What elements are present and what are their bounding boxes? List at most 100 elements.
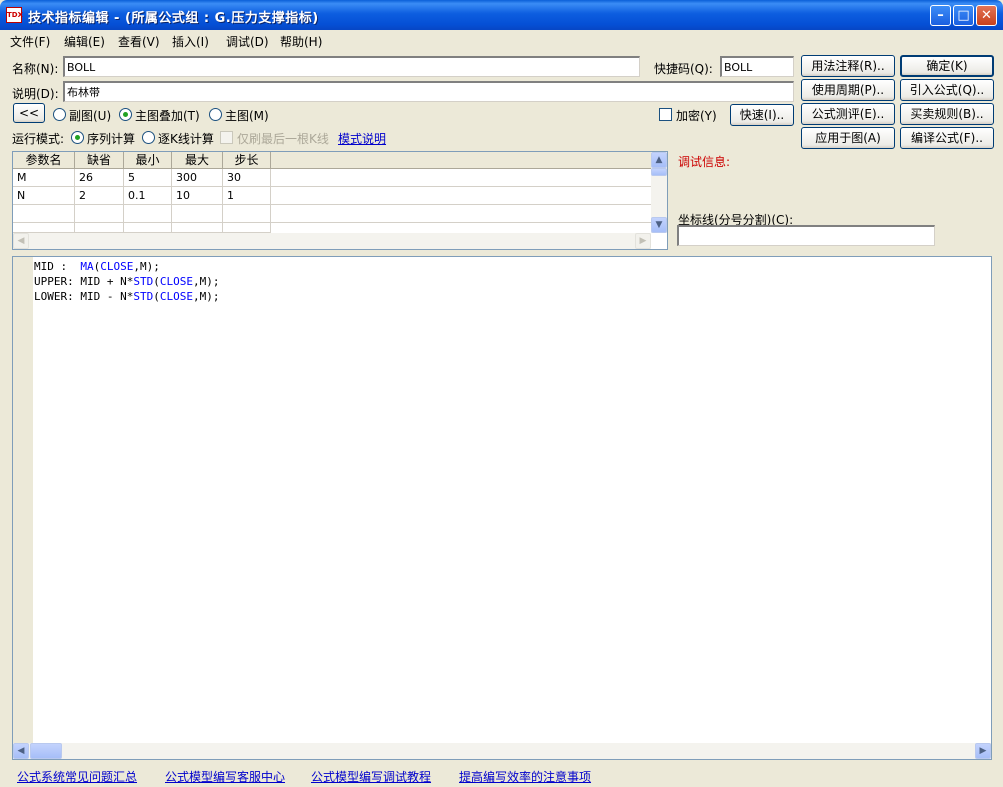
footer-link-support[interactable]: 公式模型编写客服中心 (165, 768, 285, 785)
code-text: ( (153, 275, 160, 288)
param-header-step[interactable]: 步长 (223, 152, 271, 169)
last-bar-only-checkbox[interactable] (220, 131, 233, 144)
param-cell-empty[interactable] (172, 223, 223, 233)
scroll-left-icon: ◀ (13, 233, 29, 249)
param-cell-empty[interactable] (223, 223, 271, 233)
param-header-min[interactable]: 最小 (124, 152, 172, 169)
scroll-up-icon[interactable]: ▲ (651, 152, 667, 168)
param-cell[interactable]: 10 (172, 187, 223, 205)
app-icon: TDX (6, 7, 23, 23)
scroll-down-icon[interactable]: ▼ (651, 217, 667, 233)
run-mode-label: 运行模式: (12, 132, 65, 146)
compile-formula-button[interactable]: 编译公式(F).. (900, 127, 994, 149)
menu-bar: 文件(F) 编辑(E) 查看(V) 插入(I) 调试(D) 帮助(H) (0, 30, 1003, 50)
quick-button[interactable]: 快速(I).. (730, 104, 794, 126)
param-cell-empty[interactable] (13, 223, 75, 233)
scroll-thumb[interactable] (651, 168, 667, 176)
param-header-name[interactable]: 参数名 (13, 152, 75, 169)
menu-debug[interactable]: 调试(D) (226, 33, 269, 50)
footer-link-tips[interactable]: 提高编写效率的注意事项 (459, 768, 591, 785)
param-cell[interactable]: N (13, 187, 75, 205)
scroll-left-icon[interactable]: ◀ (13, 743, 29, 759)
radio-sub-chart[interactable] (53, 108, 66, 121)
code-keyword: MA (80, 260, 94, 273)
param-cell[interactable]: 2 (75, 187, 124, 205)
usage-note-button[interactable]: 用法注释(R).. (801, 55, 895, 77)
debug-info-label: 调试信息: (678, 155, 731, 169)
minimize-icon[interactable]: – (930, 5, 951, 26)
scroll-right-icon: ▶ (635, 233, 651, 249)
param-cell-empty[interactable] (223, 205, 271, 223)
hotkey-field[interactable]: BOLL (720, 56, 794, 77)
collapse-button[interactable]: << (13, 103, 45, 123)
name-label: 名称(N): (12, 62, 59, 76)
editor-hscrollbar[interactable]: ◀ ▶ (13, 743, 991, 759)
param-cell[interactable]: 1 (223, 187, 271, 205)
param-cell-empty[interactable] (75, 223, 124, 233)
param-cell-empty (271, 205, 651, 223)
name-field[interactable]: BOLL (63, 56, 640, 77)
param-cell[interactable]: 0.1 (124, 187, 172, 205)
param-cell-empty[interactable] (75, 205, 124, 223)
title-bar[interactable]: TDX 技术指标编辑 - (所属公式组 : G.压力支撑指标) – □ ✕ (0, 0, 1003, 30)
param-cell-empty[interactable] (172, 205, 223, 223)
menu-insert[interactable]: 插入(I) (172, 33, 209, 50)
param-cell[interactable]: 30 (223, 169, 271, 187)
menu-view[interactable]: 查看(V) (118, 33, 160, 50)
code-text: ,M); (192, 290, 220, 303)
param-cell[interactable]: 300 (172, 169, 223, 187)
radio-mode-sequence[interactable] (71, 131, 84, 144)
radio-main-chart-label: 主图(M) (225, 109, 269, 123)
footer-link-tutorial[interactable]: 公式模型编写调试教程 (311, 768, 431, 785)
code-text: ,M); (133, 260, 160, 273)
param-table[interactable]: 参数名 缺省 最小 最大 步长 M 26 5 300 30 N 2 0.1 10… (12, 151, 668, 250)
editor-gutter (13, 257, 33, 743)
radio-main-overlay-label: 主图叠加(T) (135, 109, 200, 123)
radio-mode-sequence-label: 序列计算 (87, 132, 136, 146)
param-cell-empty (271, 187, 651, 205)
param-header-max[interactable]: 最大 (172, 152, 223, 169)
menu-edit[interactable]: 编辑(E) (64, 33, 105, 50)
encrypt-checkbox[interactable] (659, 108, 672, 121)
window-title: 技术指标编辑 - (所属公式组 : G.压力支撑指标) (28, 11, 319, 26)
radio-sub-chart-label: 副图(U) (69, 109, 112, 123)
param-cell-empty (271, 169, 651, 187)
desc-field[interactable]: 布林带 (63, 81, 794, 102)
code-editor[interactable]: MID : MA(CLOSE,M); UPPER: MID + N*STD(CL… (12, 256, 992, 760)
radio-mode-per-bar[interactable] (142, 131, 155, 144)
code-keyword: CLOSE (159, 290, 193, 303)
scroll-thumb[interactable] (30, 743, 62, 759)
code-line: LOWER: MID - N*STD(CLOSE,M); (34, 289, 219, 304)
param-cell[interactable]: 5 (124, 169, 172, 187)
code-line: UPPER: MID + N*STD(CLOSE,M); (34, 274, 219, 289)
close-icon[interactable]: ✕ (976, 5, 997, 26)
param-cell[interactable]: M (13, 169, 75, 187)
radio-main-overlay[interactable] (119, 108, 132, 121)
param-vscrollbar[interactable]: ▲ ▼ (651, 152, 667, 233)
maximize-icon[interactable]: □ (953, 5, 974, 26)
import-formula-button[interactable]: 引入公式(Q).. (900, 79, 994, 101)
menu-help[interactable]: 帮助(H) (280, 33, 322, 50)
param-cell[interactable]: 26 (75, 169, 124, 187)
param-header-default[interactable]: 缺省 (75, 152, 124, 169)
param-cell-empty[interactable] (13, 205, 75, 223)
formula-test-button[interactable]: 公式测评(E).. (801, 103, 895, 125)
radio-main-chart[interactable] (209, 108, 222, 121)
scroll-right-icon[interactable]: ▶ (975, 743, 991, 759)
ok-button[interactable]: 确定(K) (900, 55, 994, 77)
period-button[interactable]: 使用周期(P).. (801, 79, 895, 101)
apply-to-chart-button[interactable]: 应用于图(A) (801, 127, 895, 149)
code-keyword: STD (133, 290, 154, 303)
param-cell-empty[interactable] (124, 223, 172, 233)
footer-link-faq[interactable]: 公式系统常见问题汇总 (17, 768, 137, 785)
code-text: ( (153, 290, 160, 303)
param-hscrollbar: ◀ ▶ (13, 233, 651, 249)
mode-help-link[interactable]: 模式说明 (338, 130, 386, 147)
code-keyword: CLOSE (100, 260, 134, 273)
trade-rules-button[interactable]: 买卖规则(B).. (900, 103, 994, 125)
desc-label: 说明(D): (12, 87, 59, 101)
axis-line-field[interactable] (677, 225, 935, 246)
param-cell-empty[interactable] (124, 205, 172, 223)
param-header-filler (271, 152, 651, 169)
menu-file[interactable]: 文件(F) (10, 33, 50, 50)
